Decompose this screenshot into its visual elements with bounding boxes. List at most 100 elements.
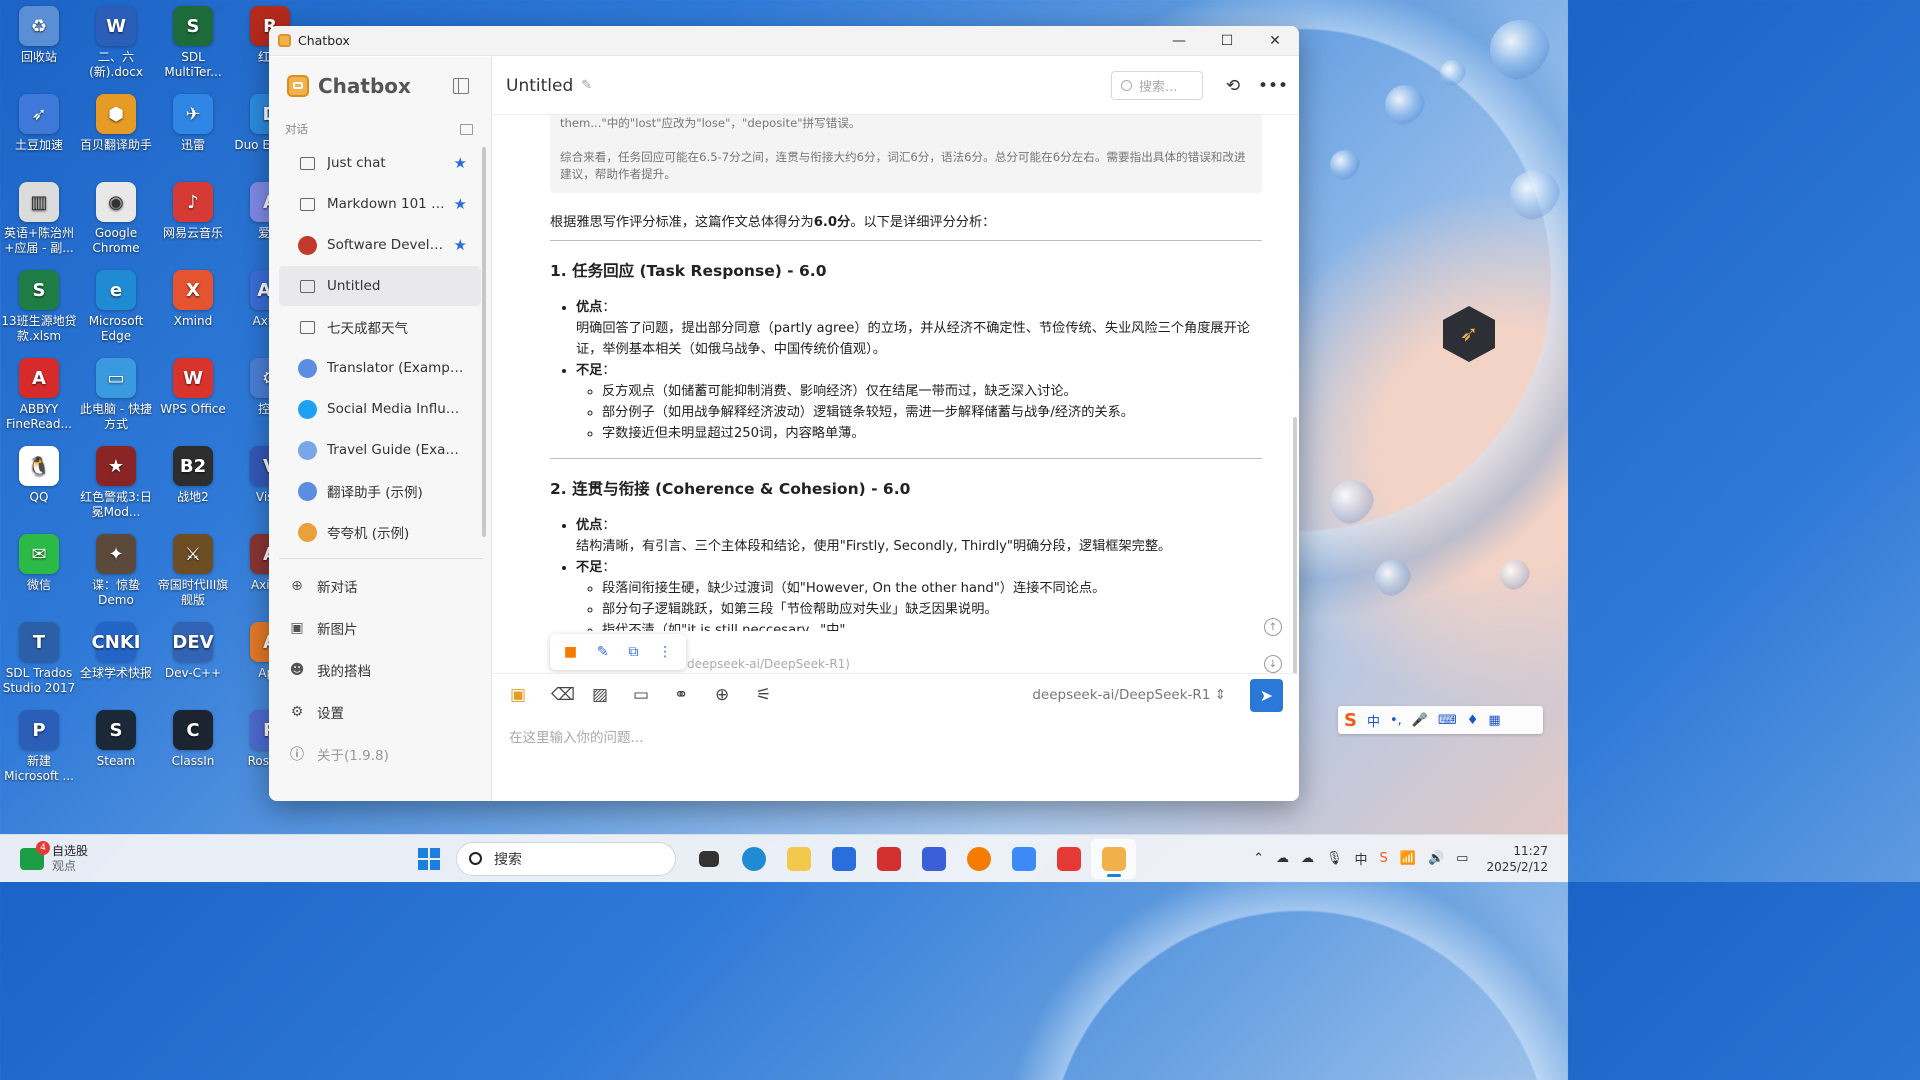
message-input[interactable]: 在这里输入你的问题...	[493, 716, 1299, 746]
maximize-button[interactable]: ☐	[1203, 26, 1251, 55]
edge-icon[interactable]	[731, 839, 776, 879]
desktop-icon[interactable]: CNKI 全球学术快报	[77, 622, 155, 681]
chatbox-icon[interactable]: ▣	[510, 685, 551, 705]
desktop-icon[interactable]: ♪ 网易云音乐	[154, 182, 232, 241]
minimize-button[interactable]: —	[1155, 26, 1203, 55]
desktop-icon[interactable]: S 13班生源地贷款.xlsm	[0, 270, 78, 344]
desktop-icon[interactable]: P 新建 Microsoft ...	[0, 710, 78, 784]
sidebar-scrollbar[interactable]	[482, 147, 486, 537]
tray-language[interactable]: 中	[1355, 849, 1368, 868]
desktop-icon[interactable]: ➶ 土豆加速	[0, 94, 78, 153]
feishu-icon[interactable]	[1001, 839, 1046, 879]
desktop-icon[interactable]: ✈ 迅雷	[154, 94, 232, 153]
microphone-icon[interactable]: 🎤	[1412, 713, 1428, 728]
desktop-icon[interactable]: ⚔ 帝国时代III旗舰版	[154, 534, 232, 608]
file-explorer-icon[interactable]	[776, 839, 821, 879]
store-icon[interactable]	[821, 839, 866, 879]
conversation-item[interactable]: Untitled	[279, 266, 481, 306]
ime-language[interactable]: 中	[1367, 711, 1380, 730]
folder-icon[interactable]: ▭	[633, 685, 674, 705]
desktop-icon[interactable]: DEV Dev-C++	[154, 622, 232, 681]
wps-icon[interactable]	[1046, 839, 1091, 879]
archive-icon[interactable]	[460, 123, 473, 135]
start-button[interactable]	[418, 847, 440, 870]
sogou-tray-icon[interactable]: S	[1380, 851, 1388, 866]
desktop-icon[interactable]: A ABBYY FineRead...	[0, 358, 78, 432]
desktop-icon[interactable]: ✦ 谍：惊蛰 Demo	[77, 534, 155, 608]
chevron-up-icon[interactable]: ⌃	[1253, 851, 1264, 866]
desktop-icon[interactable]: 🐧 QQ	[0, 446, 78, 505]
about-item[interactable]: ⓘ 关于(1.9.8)	[269, 733, 491, 775]
edit-icon[interactable]: ✎	[597, 644, 609, 660]
close-button[interactable]: ✕	[1251, 26, 1299, 55]
scroll-up-icon[interactable]: ↑	[1264, 618, 1282, 636]
battery-icon[interactable]: ▭	[1456, 851, 1468, 866]
image-icon[interactable]: ▨	[592, 685, 633, 705]
desktop-icon[interactable]: X Xmind	[154, 270, 232, 329]
wifi-icon[interactable]: 📶	[1400, 851, 1416, 866]
desktop-icon[interactable]: ★ 红色警戒3:日冕Mod...	[77, 446, 155, 520]
desktop-icon[interactable]: ▭ 此电脑 - 快捷方式	[77, 358, 155, 432]
link-icon[interactable]: ⚭	[674, 685, 715, 705]
sidebar-menu-item[interactable]: ⊕ 新对话	[269, 565, 491, 607]
conversation-item[interactable]: 夸夸机 (示例)	[279, 512, 481, 552]
settings-sliders-icon[interactable]: ⚟	[756, 685, 797, 705]
search-box[interactable]: 搜索...	[1111, 71, 1203, 100]
scroll-down-icon[interactable]: ↓	[1264, 655, 1282, 673]
collapse-sidebar-icon[interactable]	[453, 78, 469, 94]
ime-punct[interactable]: •,	[1390, 713, 1402, 728]
conversation-item[interactable]: 翻译助手 (示例)	[279, 471, 481, 511]
desktop-icon[interactable]: ✉ 微信	[0, 534, 78, 593]
conversation-item[interactable]: Translator (Example)	[279, 348, 481, 388]
more-vertical-icon[interactable]: ⋮	[658, 644, 672, 660]
volume-icon[interactable]: 🔊	[1428, 851, 1444, 866]
desktop-icon[interactable]: ⬢ 百贝翻译助手	[77, 94, 155, 153]
conversation-item[interactable]: Markdown 101 (E... ★	[279, 184, 481, 224]
stock-widget[interactable]: 4 自选股 观点	[0, 840, 88, 874]
send-button[interactable]: ➤	[1250, 678, 1283, 712]
firefox-icon[interactable]	[956, 839, 1001, 879]
toolbox-icon[interactable]: ▦	[1488, 713, 1500, 728]
desktop-icon[interactable]: B2 战地2	[154, 446, 232, 505]
model-selector[interactable]: deepseek-ai/DeepSeek-R1 ⇕	[1032, 687, 1226, 703]
task-view-icon[interactable]	[686, 839, 731, 879]
taskbar-search[interactable]: 搜索	[456, 841, 676, 876]
chat-scrollbar[interactable]	[1293, 417, 1297, 677]
conversation-item[interactable]: Just chat ★	[279, 143, 481, 183]
star-icon[interactable]: ★	[454, 236, 467, 254]
skin-icon[interactable]: ♦	[1467, 713, 1479, 728]
desktop-icon[interactable]: T SDL Trados Studio 2017	[0, 622, 78, 696]
conversation-item[interactable]: Travel Guide (Example)	[279, 430, 481, 470]
desktop-icon[interactable]: S SDL MultiTer...	[154, 6, 232, 80]
desktop-icon[interactable]: e Microsoft Edge	[77, 270, 155, 344]
sidebar-menu-item[interactable]: ▣ 新图片	[269, 607, 491, 649]
desktop-icon[interactable]: ♻ 回收站	[0, 6, 78, 65]
onedrive-icon[interactable]: ☁	[1301, 851, 1314, 866]
globe-icon[interactable]: ⊕	[715, 685, 756, 705]
stop-icon[interactable]: ■	[564, 644, 577, 660]
microphone-icon[interactable]: 🎙	[1326, 851, 1343, 866]
copy-icon[interactable]: ⧉	[628, 644, 638, 660]
typora-icon[interactable]	[911, 839, 956, 879]
sidebar-menu-item[interactable]: ⚙ 设置	[269, 691, 491, 733]
conversation-item[interactable]: Software Develop... ★	[279, 225, 481, 265]
desktop-icon[interactable]: ◉ Google Chrome	[77, 182, 155, 256]
mcafee-icon[interactable]	[866, 839, 911, 879]
keyboard-icon[interactable]: ⌨	[1438, 713, 1457, 728]
desktop-icon[interactable]: S Steam	[77, 710, 155, 769]
floating-assistant-icon[interactable]: ➶	[1443, 306, 1495, 362]
more-options-icon[interactable]: •••	[1253, 76, 1293, 96]
chatbox-taskbar-icon[interactable]	[1091, 838, 1136, 879]
history-icon[interactable]: ⟲	[1213, 76, 1253, 96]
desktop-icon[interactable]: C ClassIn	[154, 710, 232, 769]
star-icon[interactable]: ★	[454, 195, 467, 213]
cloud-icon[interactable]: ☁	[1276, 851, 1289, 866]
star-icon[interactable]: ★	[454, 154, 467, 172]
edit-title-icon[interactable]: ✎	[581, 78, 592, 93]
desktop-icon[interactable]: W 二、六(新).docx	[77, 6, 155, 80]
desktop-icon[interactable]: W WPS Office	[154, 358, 232, 417]
conversation-item[interactable]: 七天成都天气	[279, 307, 481, 347]
eraser-icon[interactable]: ⌫	[551, 685, 592, 705]
sidebar-menu-item[interactable]: ☻ 我的搭档	[269, 649, 491, 691]
clock[interactable]: 11:27 2025/2/12	[1486, 843, 1548, 875]
